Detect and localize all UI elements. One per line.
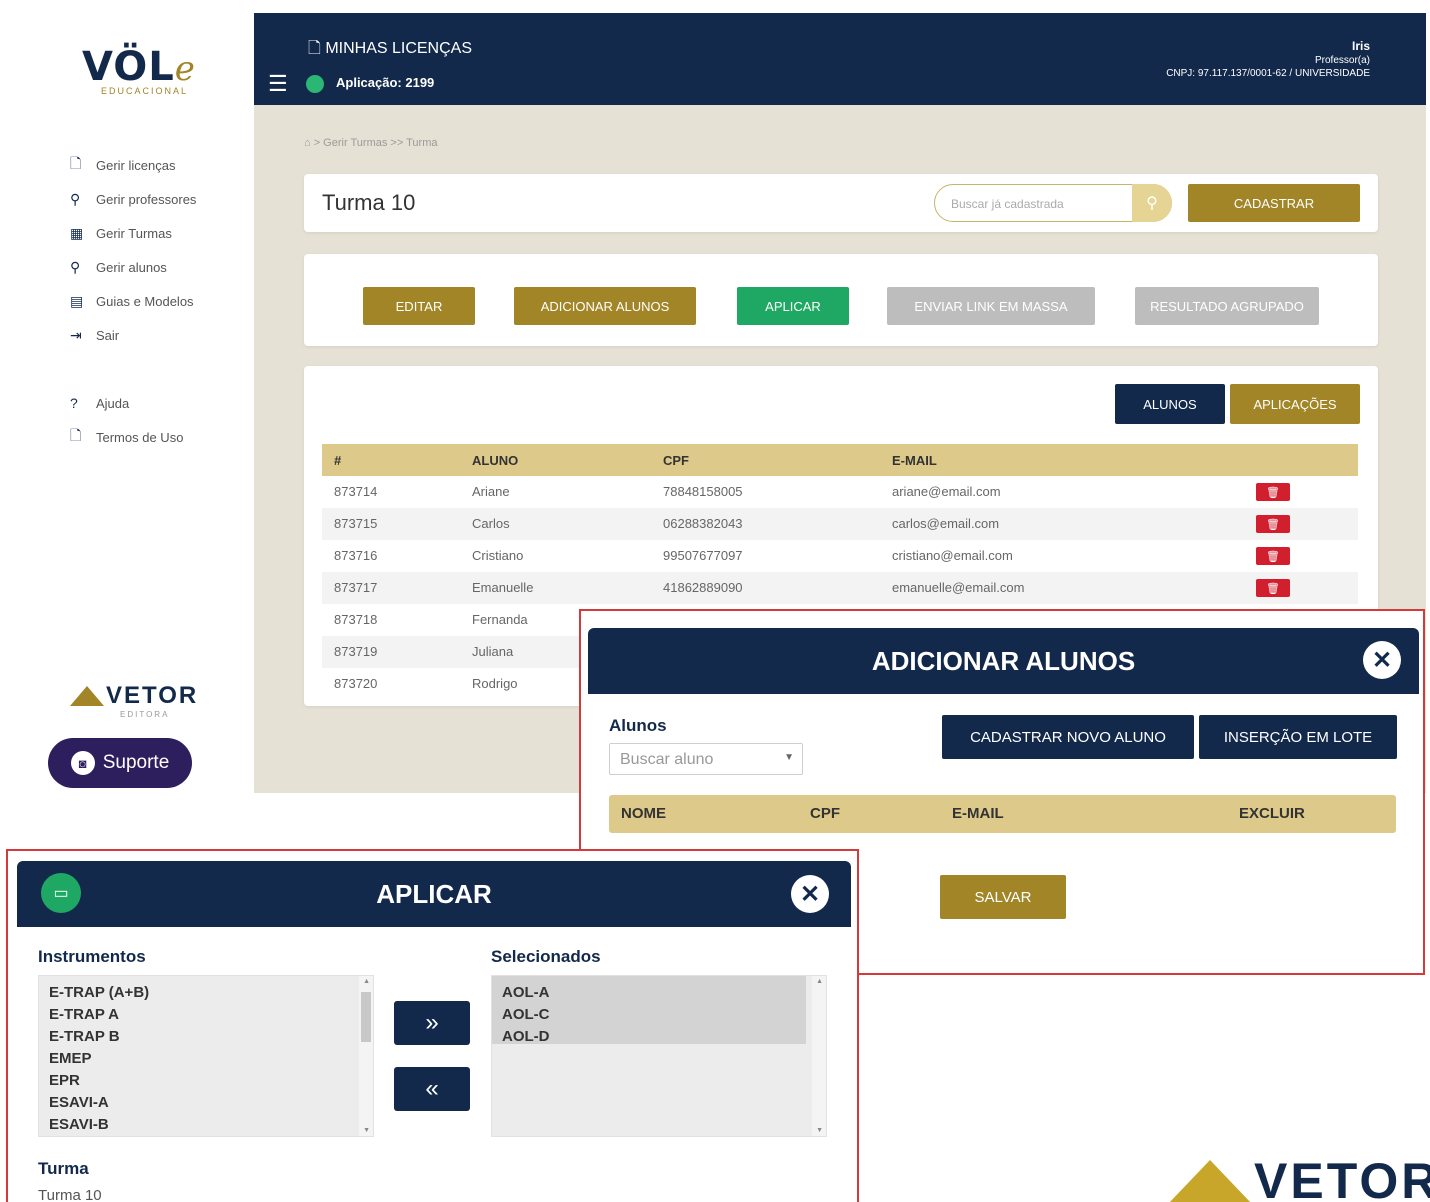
list-item[interactable]: AOL-C [502, 1004, 550, 1026]
hamburger-menu-icon[interactable]: ☰ [268, 71, 288, 97]
sidebar-item-sair[interactable]: ⇥ Sair [70, 318, 196, 352]
add-students-modal-title: ADICIONAR ALUNOS [871, 646, 1136, 676]
instruments-scrollbar[interactable]: ▲ ▼ [359, 976, 373, 1136]
trash-icon[interactable]: 🗑 [1256, 483, 1290, 501]
list-item[interactable]: E-TRAP A [49, 1004, 119, 1026]
list-item[interactable]: AOL-A [502, 982, 550, 1004]
sidebar-item-gerir-licencas[interactable]: 🗋 Gerir licenças [70, 148, 196, 182]
scroll-down-icon[interactable]: ▼ [363, 1127, 370, 1134]
vetor-logo-subtitle: EDITORA [120, 710, 170, 719]
search-box[interactable]: Buscar já cadastrada ⚲ [934, 184, 1172, 222]
table-row: 873716 Cristiano 99507677097 cristiano@e… [322, 540, 1358, 572]
vetor-triangle-icon [70, 686, 104, 706]
selected-scrollbar[interactable]: ▲ ▼ [812, 976, 826, 1136]
topbar-title: 🗋 MINHAS LICENÇAS [308, 40, 473, 57]
sidebar-item-gerir-professores[interactable]: ⚲ Gerir professores [70, 182, 196, 216]
search-input[interactable]: Buscar já cadastrada [951, 197, 1064, 211]
application-label: Aplicação: 2199 [336, 75, 435, 90]
trash-icon[interactable]: 🗑 [1256, 547, 1290, 565]
user-icon: ⚲ [70, 258, 81, 275]
sidebar-nav: 🗋 Gerir licenças ⚲ Gerir professores ▦ Geri… [70, 148, 196, 454]
trash-icon[interactable]: 🗑 [1256, 515, 1290, 533]
list-item[interactable]: AOL-D [502, 1026, 550, 1048]
instruments-label: Instrumentos [38, 947, 146, 966]
class-label: Turma [38, 1159, 89, 1178]
register-button[interactable]: CADASTRAR [1188, 184, 1360, 222]
apply-modal: ▭ APLICAR ✕ Instrumentos E-TRAP (A+B) E-… [6, 849, 859, 1202]
chevron-down-icon: ▼ [784, 752, 794, 763]
screenshot-collage: VÖLe EDUCACIONAL 🗋 Gerir licenças ⚲ Gerir … [0, 0, 1430, 1202]
topbar: 🗋 MINHAS LICENÇAS ☰ Aplicação: 2199 Iris… [254, 13, 1426, 105]
list-item[interactable]: E-TRAP B [49, 1026, 120, 1048]
add-selected-button[interactable]: » [394, 1001, 470, 1045]
send-link-button[interactable]: ENVIAR LINK EM MASSA [887, 287, 1095, 325]
selected-list[interactable]: AOL-A AOL-C AOL-D ▲ ▼ [491, 975, 827, 1137]
table-row: 873714 Ariane 78848158005 ariane@email.c… [322, 476, 1358, 508]
students-label: Alunos [609, 716, 667, 735]
tab-applications[interactable]: APLICAÇÕES [1230, 384, 1360, 424]
instruments-list[interactable]: E-TRAP (A+B) E-TRAP A E-TRAP B EMEP EPR … [38, 975, 374, 1137]
tab-students[interactable]: ALUNOS [1115, 384, 1225, 424]
scroll-up-icon[interactable]: ▲ [363, 978, 370, 985]
grouped-results-button[interactable]: RESULTADO AGRUPADO [1135, 287, 1319, 325]
sidebar-item-gerir-turmas[interactable]: ▦ Gerir Turmas [70, 216, 196, 250]
question-icon: ? [70, 395, 78, 411]
user-icon: ⚲ [70, 190, 81, 207]
remove-selected-button[interactable]: « [394, 1067, 470, 1111]
vetor-logo: VETOR [70, 682, 198, 710]
user-name: Iris [1351, 39, 1370, 53]
list-item[interactable]: EMEP [49, 1048, 92, 1070]
add-students-modal-header: ADICIONAR ALUNOS ✕ [588, 628, 1419, 694]
table-row: 873715 Carlos 06288382043 carlos@email.c… [322, 508, 1358, 540]
apply-modal-header: ▭ APLICAR ✕ [17, 861, 851, 927]
vole-logo-subtitle: EDUCACIONAL [101, 86, 189, 96]
edit-button[interactable]: EDITAR [363, 287, 475, 325]
breadcrumb[interactable]: ⌂ > Gerir Turmas >> Turma [304, 137, 438, 149]
user-cnpj: CNPJ: 97.117.137/0001-62 / UNIVERSIDADE [1166, 68, 1370, 79]
user-role: Professor(a) [1314, 55, 1370, 66]
sidebar: VÖLe EDUCACIONAL 🗋 Gerir licenças ⚲ Gerir … [0, 0, 254, 792]
list-item[interactable]: ESAVI-A [49, 1092, 109, 1114]
guide-icon: ▤ [70, 292, 84, 309]
add-students-button[interactable]: ADICIONAR ALUNOS [514, 287, 696, 325]
class-value: Turma 10 [38, 1187, 102, 1202]
chat-icon: ◙ [70, 751, 95, 775]
sidebar-item-termos[interactable]: 🗋 Termos de Uso [70, 420, 196, 454]
grid-icon: ▦ [70, 224, 84, 241]
list-item[interactable]: ESAVI-B [49, 1114, 109, 1136]
page-title: Turma 10 [322, 190, 416, 215]
scroll-up-icon[interactable]: ▲ [816, 978, 823, 985]
list-item[interactable]: EPR [49, 1070, 80, 1092]
search-icon[interactable]: ⚲ [1132, 184, 1172, 222]
exit-icon: ⇥ [70, 326, 82, 343]
apply-modal-title: APLICAR [376, 879, 492, 909]
close-icon[interactable]: ✕ [1363, 641, 1401, 679]
sidebar-item-gerir-alunos[interactable]: ⚲ Gerir alunos [70, 250, 196, 284]
scroll-thumb[interactable] [361, 992, 371, 1042]
vetor-brand-logo: VETOR [1168, 1156, 1430, 1202]
sidebar-item-ajuda[interactable]: ? Ajuda [70, 386, 196, 420]
save-button[interactable]: SALVAR [940, 875, 1066, 919]
scroll-down-icon[interactable]: ▼ [816, 1127, 823, 1134]
actions-card: EDITAR ADICIONAR ALUNOS APLICAR ENVIAR L… [304, 254, 1378, 346]
new-student-button[interactable]: CADASTRAR NOVO ALUNO [942, 715, 1194, 759]
sidebar-item-guias-modelos[interactable]: ▤ Guias e Modelos [70, 284, 196, 318]
selected-label: Selecionados [491, 947, 601, 966]
document-icon: 🗋 [70, 427, 82, 443]
trash-icon[interactable]: 🗑 [1256, 579, 1290, 597]
close-icon[interactable]: ✕ [791, 875, 829, 913]
vole-logo: VÖLe [82, 44, 196, 90]
support-button[interactable]: ◙ Suporte [48, 738, 192, 788]
list-item[interactable]: E-TRAP (A+B) [49, 982, 149, 1004]
student-search-select[interactable]: Buscar aluno ▼ [609, 743, 803, 775]
document-icon: 🗋 [70, 155, 82, 171]
table-row: 873717 Emanuelle 41862889090 emanuelle@e… [322, 572, 1358, 604]
application-icon [306, 75, 324, 93]
add-students-table-header: NOME CPF E-MAIL EXCLUIR [609, 795, 1396, 833]
batch-insert-button[interactable]: INSERÇÃO EM LOTE [1199, 715, 1397, 759]
vetor-triangle-icon [1168, 1160, 1252, 1202]
class-header-card: Turma 10 Buscar já cadastrada ⚲ CADASTRA… [304, 174, 1378, 232]
students-table-header: # ALUNO CPF E-MAIL [322, 444, 1358, 476]
apply-button[interactable]: APLICAR [737, 287, 849, 325]
